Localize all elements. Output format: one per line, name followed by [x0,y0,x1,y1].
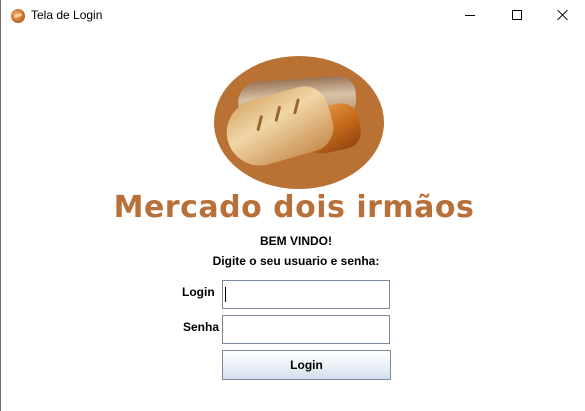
bread-score [256,115,264,132]
brand-name: Mercado dois irmãos [113,190,475,225]
welcome-text: BEM VINDO! [260,234,332,248]
close-icon [557,9,569,21]
bread-loaf-front [218,80,340,174]
minimize-icon [465,14,475,16]
close-button[interactable] [540,0,585,30]
title-bar[interactable]: Tela de Login [1,0,585,31]
instruction-text: Digite o seu usuario e senha: [212,254,380,268]
maximize-button[interactable] [494,0,540,30]
login-window: Tela de Login Mercado dois irmãos BEM VI… [0,0,585,411]
bread-score [293,98,300,115]
bread-score [274,105,282,122]
bread-icon [11,9,25,23]
minimize-button[interactable] [447,0,493,30]
bread-logo-image [214,56,384,189]
password-input[interactable] [222,315,390,344]
login-button[interactable]: Login [222,350,391,380]
text-caret [225,287,226,302]
window-title: Tela de Login [31,8,103,22]
login-input[interactable] [222,280,390,309]
password-label: Senha [183,320,220,334]
maximize-icon [512,10,522,20]
login-label: Login [182,285,215,299]
